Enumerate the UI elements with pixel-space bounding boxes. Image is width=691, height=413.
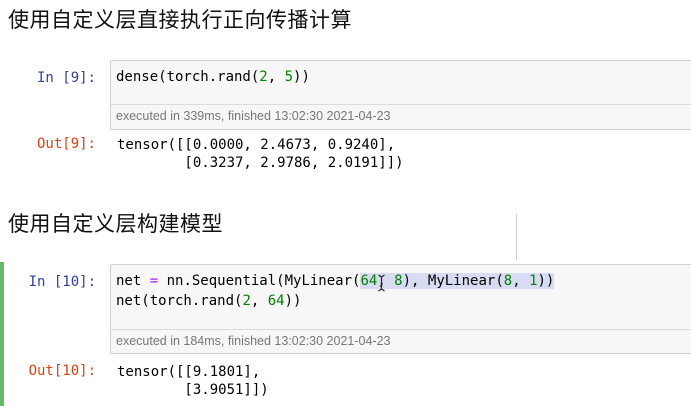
text-cursor-icon [378, 274, 385, 292]
code-cell-10[interactable]: In [10]: net = nn.Sequential(MyLinear(64… [0, 262, 691, 412]
output-prompt: Out[9]: [36, 136, 96, 152]
code-line: dense(torch.rand(2, 5)) [116, 69, 310, 85]
code-line: net(torch.rand(2, 64)) [116, 293, 302, 309]
output-prompt: Out[10]: [28, 363, 96, 379]
input-prompt: In [9]: [36, 70, 96, 86]
output-line: tensor([[9.1801], [117, 364, 261, 380]
execution-info: executed in 184ms, finished 13:02:30 202… [111, 329, 691, 358]
section-title-forward: 使用自定义层直接执行正向传播计算 [8, 8, 352, 32]
execution-info: executed in 339ms, finished 13:02:30 202… [111, 104, 691, 133]
divider [516, 214, 517, 260]
section-title-build-model: 使用自定义层构建模型 [8, 212, 223, 236]
cell-output: tensor([[9.1801], [3.9051]]) [117, 363, 269, 399]
output-line: [0.3237, 2.9786, 2.0191]]) [117, 155, 404, 171]
code-line: net = nn.Sequential(MyLinear(64, 8), MyL… [116, 273, 555, 289]
code-input-area[interactable]: dense(torch.rand(2, 5)) executed in 339m… [110, 60, 691, 130]
highlighted-text: 64, 8), MyLinear(8, 1)) [360, 273, 555, 289]
output-line: tensor([[0.0000, 2.4673, 0.9240], [117, 137, 396, 153]
code-input-area[interactable]: net = nn.Sequential(MyLinear(64, 8), MyL… [110, 264, 691, 354]
code-cell-9[interactable]: In [9]: dense(torch.rand(2, 5)) executed… [0, 60, 691, 180]
output-line: [3.9051]]) [117, 382, 269, 398]
code-block: net = nn.Sequential(MyLinear(64, 8), MyL… [111, 265, 691, 315]
cell-output: tensor([[0.0000, 2.4673, 0.9240], [0.323… [117, 136, 404, 172]
input-prompt: In [10]: [28, 274, 96, 290]
